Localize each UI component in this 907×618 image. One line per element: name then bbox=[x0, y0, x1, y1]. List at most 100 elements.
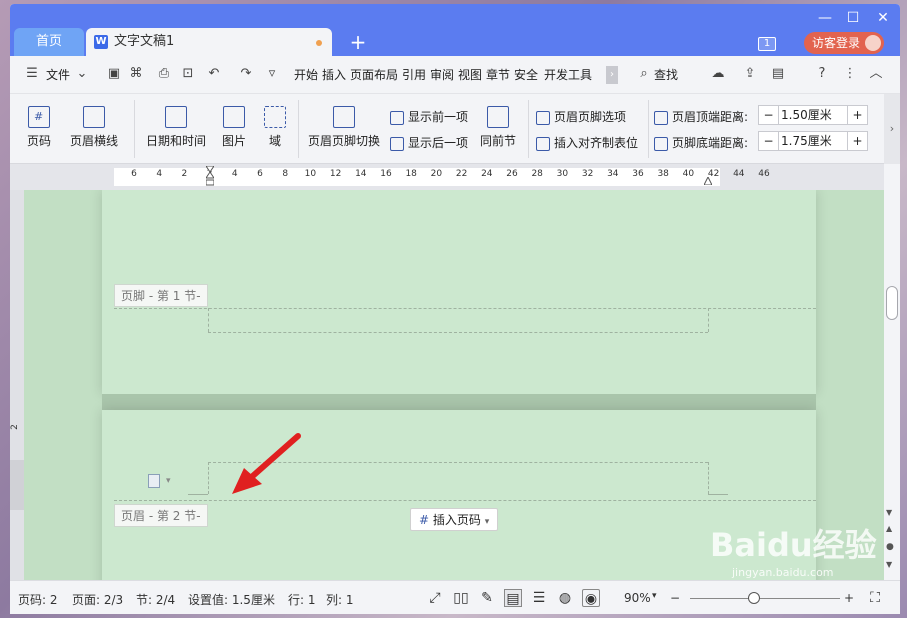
menu-page-layout[interactable]: 页面布局 bbox=[350, 66, 398, 83]
menu-review[interactable]: 审阅 bbox=[430, 66, 454, 83]
ribbon-toolbar: # 页码 页眉横线 日期和时间 图片 域 页眉页脚切换 显示前一项 显示后一项 … bbox=[10, 94, 900, 164]
maximize-button[interactable]: ☐ bbox=[842, 10, 864, 26]
hamburger-icon[interactable]: ☰ bbox=[24, 66, 40, 82]
menu-view[interactable]: 视图 bbox=[458, 66, 482, 83]
insert-page-number-button[interactable]: # 插入页码 ▾ bbox=[410, 508, 499, 531]
show-previous-button[interactable]: 显示前一项 bbox=[390, 108, 468, 125]
field-button[interactable]: 域 bbox=[260, 106, 290, 149]
status-section[interactable]: 节: 2/4 bbox=[136, 591, 175, 608]
chevron-down-icon[interactable]: ⌄ bbox=[74, 66, 90, 82]
menu-developer-tools[interactable]: 开发工具 bbox=[544, 66, 592, 83]
footer-bottom-distance-stepper[interactable]: − 1.75厘米 + bbox=[758, 131, 868, 151]
header-footer-switch-button[interactable]: 页眉页脚切换 bbox=[306, 106, 382, 149]
header-footer-options-button[interactable]: 页眉页脚选项 bbox=[536, 108, 626, 125]
scrollbar-thumb[interactable] bbox=[886, 286, 898, 320]
right-indent-marker[interactable] bbox=[703, 174, 713, 186]
ribbon-scroll-right-button[interactable]: › bbox=[884, 94, 900, 164]
vruler-tick: 2 bbox=[10, 424, 20, 430]
fit-window-icon[interactable]: ⛶ bbox=[866, 589, 884, 607]
header-line-button[interactable]: 页眉横线 bbox=[64, 106, 124, 149]
chevron-down-icon[interactable]: ▾ bbox=[166, 476, 171, 486]
scroll-down-icon[interactable]: ▼ bbox=[886, 508, 892, 517]
menu-references[interactable]: 引用 bbox=[402, 66, 426, 83]
document-icon[interactable] bbox=[148, 474, 160, 488]
vertical-scrollbar[interactable] bbox=[884, 164, 900, 580]
help-icon[interactable]: ? bbox=[814, 66, 830, 82]
tab-document[interactable]: W 文字文稿1 bbox=[86, 28, 332, 56]
insert-align-tab-button[interactable]: 插入对齐制表位 bbox=[536, 134, 638, 151]
page-1[interactable] bbox=[102, 190, 816, 394]
status-row[interactable]: 行: 1 bbox=[288, 591, 316, 608]
cloud-sync-icon[interactable]: ☁ bbox=[710, 66, 726, 82]
fullscreen-icon[interactable]: ⤢ bbox=[426, 589, 444, 607]
page-gap bbox=[102, 394, 816, 410]
close-button[interactable]: ✕ bbox=[872, 10, 894, 26]
more-options-icon[interactable]: ⋮ bbox=[842, 66, 858, 82]
footer-distance-increase-button[interactable]: + bbox=[847, 132, 867, 150]
redo-icon[interactable]: ↷ bbox=[238, 66, 254, 82]
menu-file[interactable]: 文件 bbox=[46, 66, 70, 83]
collapse-ribbon-icon[interactable]: ︿ bbox=[868, 66, 884, 82]
status-page-code[interactable]: 页码: 2 bbox=[18, 591, 58, 608]
menu-section[interactable]: 章节 bbox=[486, 66, 510, 83]
menu-scroll-right-button[interactable]: › bbox=[606, 66, 618, 84]
footer-left-edge bbox=[208, 308, 209, 332]
page-2[interactable] bbox=[102, 410, 816, 580]
read-mode-icon[interactable]: ▯▯ bbox=[452, 589, 470, 607]
menu-security[interactable]: 安全 bbox=[514, 66, 538, 83]
outline-view-icon[interactable]: ☰ bbox=[530, 589, 548, 607]
header-distance-decrease-button[interactable]: − bbox=[759, 106, 779, 124]
status-setting-value[interactable]: 设置值: 1.5厘米 bbox=[188, 591, 275, 608]
save-icon[interactable]: ▣ bbox=[106, 66, 122, 82]
minimize-button[interactable]: — bbox=[814, 10, 836, 26]
header-top-distance-stepper[interactable]: − 1.50厘米 + bbox=[758, 105, 868, 125]
zoom-dropdown-icon[interactable]: ▾ bbox=[652, 591, 657, 601]
quick-access-dropdown-icon[interactable]: ▿ bbox=[264, 66, 280, 82]
header-distance-increase-button[interactable]: + bbox=[847, 106, 867, 124]
header-footer-switch-label: 页眉页脚切换 bbox=[307, 134, 380, 148]
same-as-previous-button[interactable]: 同前节 bbox=[478, 106, 518, 149]
status-column[interactable]: 列: 1 bbox=[326, 591, 354, 608]
zoom-in-button[interactable]: + bbox=[844, 591, 854, 605]
picture-button[interactable]: 图片 bbox=[214, 106, 254, 149]
web-view-icon[interactable]: ◍ bbox=[556, 589, 574, 607]
status-page[interactable]: 页面: 2/3 bbox=[72, 591, 123, 608]
menu-insert[interactable]: 插入 bbox=[322, 66, 346, 83]
zoom-slider-track[interactable] bbox=[690, 598, 840, 599]
search-button[interactable]: 查找 bbox=[654, 66, 678, 83]
header-distance-icon bbox=[654, 110, 668, 125]
select-browse-object-icon[interactable]: ● bbox=[886, 542, 894, 552]
guest-login-button[interactable]: 访客登录 bbox=[804, 32, 884, 54]
header-distance-value[interactable]: 1.50厘米 bbox=[781, 106, 841, 124]
eye-protection-icon[interactable]: ◉ bbox=[582, 589, 600, 607]
ruler-tick: 36 bbox=[632, 169, 644, 179]
write-mode-icon[interactable]: ✎ bbox=[478, 589, 496, 607]
footer-distance-value[interactable]: 1.75厘米 bbox=[781, 132, 841, 150]
ribbon-divider bbox=[528, 100, 529, 158]
format-painter-icon[interactable]: ⌘ bbox=[128, 66, 144, 82]
undo-icon[interactable]: ↶ bbox=[206, 66, 222, 82]
indent-marker[interactable] bbox=[205, 165, 215, 188]
share-icon[interactable]: ⇪ bbox=[742, 66, 758, 82]
tab-home[interactable]: 首页 bbox=[14, 28, 84, 56]
field-icon bbox=[264, 106, 286, 128]
header-line-label: 页眉横线 bbox=[69, 134, 118, 148]
zoom-slider-handle[interactable] bbox=[748, 592, 760, 604]
collaborate-icon[interactable]: ▤ bbox=[770, 66, 786, 82]
previous-page-icon[interactable]: ▲ bbox=[886, 524, 892, 533]
search-icon[interactable]: ⌕ bbox=[636, 66, 652, 82]
date-time-button[interactable]: 日期和时间 bbox=[144, 106, 208, 149]
page-view-icon[interactable]: ▤ bbox=[504, 589, 522, 607]
add-tab-button[interactable]: + bbox=[346, 30, 370, 54]
page-number-button[interactable]: # 页码 bbox=[22, 106, 56, 149]
show-next-button[interactable]: 显示后一项 bbox=[390, 134, 468, 151]
footer-distance-decrease-button[interactable]: − bbox=[759, 132, 779, 150]
export-icon[interactable]: ⊡ bbox=[180, 66, 196, 82]
zoom-out-button[interactable]: − bbox=[670, 591, 680, 605]
next-page-icon[interactable]: ▼ bbox=[886, 560, 892, 569]
print-icon[interactable]: ⎙ bbox=[156, 66, 172, 82]
window-count-badge[interactable]: 1 bbox=[758, 37, 776, 51]
footer-area-bottom bbox=[208, 332, 708, 333]
zoom-level[interactable]: 90% bbox=[624, 591, 651, 605]
menu-home[interactable]: 开始 bbox=[294, 66, 318, 83]
